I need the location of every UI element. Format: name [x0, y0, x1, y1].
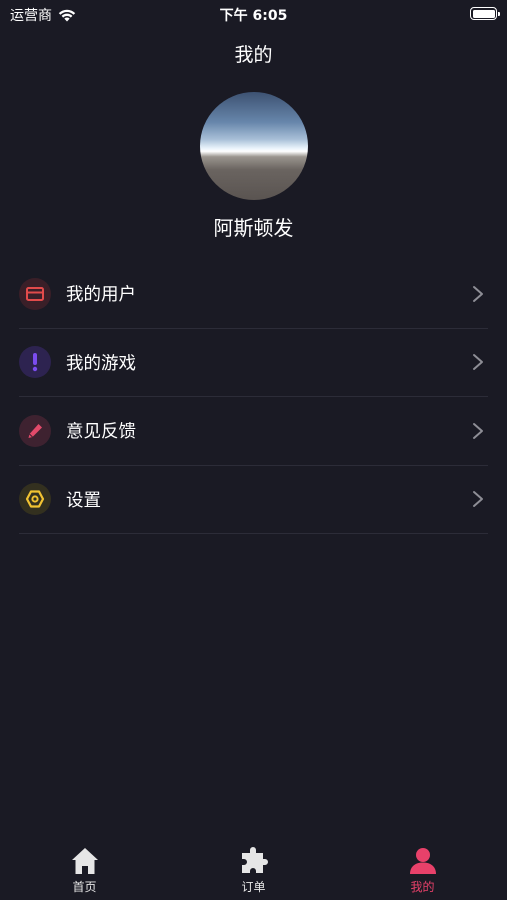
avatar[interactable]	[200, 92, 308, 200]
menu-item-label: 我的游戏	[66, 353, 136, 374]
exclamation-icon	[19, 346, 51, 379]
tab-mine[interactable]: 我的	[338, 840, 507, 900]
menu-item-feedback[interactable]: 意见反馈	[19, 397, 488, 466]
tab-label: 我的	[410, 880, 435, 894]
tab-orders[interactable]: 订单	[169, 840, 338, 900]
pencil-icon	[19, 414, 51, 447]
menu-item-label: 我的用户	[66, 285, 136, 306]
status-bar: 运营商 下午 6:05	[0, 0, 507, 28]
menu-item-my-games[interactable]: 我的游戏	[19, 329, 488, 397]
chevron-right-icon	[473, 491, 483, 508]
battery-tip	[498, 11, 500, 16]
menu-item-label: 设置	[66, 490, 101, 511]
battery-level	[472, 9, 495, 18]
chevron-right-icon	[473, 285, 483, 302]
tab-home[interactable]: 首页	[0, 840, 169, 900]
username: 阿斯顿发	[213, 216, 294, 240]
chevron-right-icon	[473, 422, 483, 439]
menu-item-label: 意见反馈	[66, 422, 136, 443]
tab-label: 首页	[72, 880, 97, 894]
person-icon	[409, 848, 436, 874]
card-icon	[19, 277, 51, 310]
battery-icon	[470, 7, 500, 20]
puzzle-icon	[241, 847, 268, 873]
tab-bar: 首页 订单 我的	[0, 840, 507, 900]
menu-item-my-users[interactable]: 我的用户	[19, 260, 488, 329]
tab-label: 订单	[241, 880, 266, 894]
status-time: 下午 6:05	[219, 8, 288, 24]
menu-list: 我的用户 我的游戏 意见反馈 设置	[19, 260, 488, 534]
home-icon	[71, 848, 98, 874]
hexagon-icon	[19, 483, 51, 516]
page-title: 我的	[234, 44, 273, 66]
chevron-right-icon	[473, 354, 483, 371]
menu-item-settings[interactable]: 设置	[19, 466, 488, 534]
